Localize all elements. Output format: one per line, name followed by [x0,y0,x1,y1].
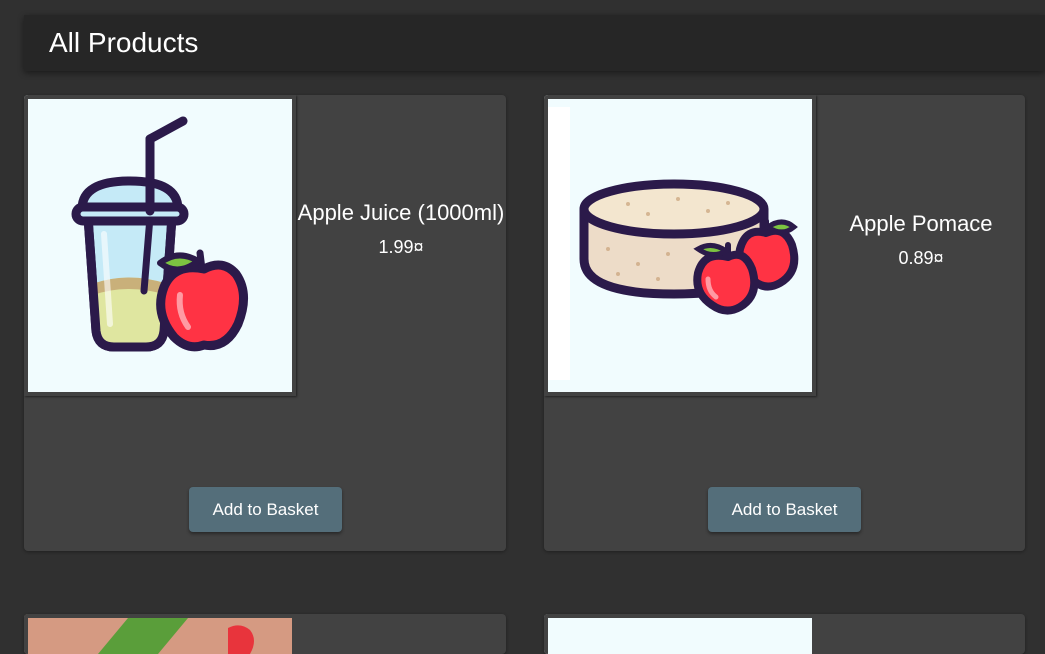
product-name: Apple Juice (1000ml) [297,200,505,225]
product-card-apple-pomace: Apple Pomace 0.89¤ Add to Basket [544,95,1025,551]
product-card-partial [24,614,506,654]
product-info: Apple Juice (1000ml) 1.99¤ [296,200,506,258]
page-header: All Products [24,15,1045,71]
product-card-partial [544,614,1025,654]
add-to-basket-button[interactable]: Add to Basket [189,487,342,532]
product-image[interactable] [24,95,296,396]
add-to-basket-button[interactable]: Add to Basket [708,487,861,532]
apple-juice-cup-icon [71,116,248,352]
product-image[interactable] [544,95,816,396]
product-info: Apple Pomace 0.89¤ [816,211,1025,269]
product-image[interactable] [24,614,296,654]
product-name: Apple Pomace [849,211,993,236]
page-title: All Products [49,27,199,58]
product-price: 1.99¤ [378,237,424,257]
product-price: 0.89¤ [898,248,944,268]
apple-pomace-icon [548,107,799,380]
product-card-apple-juice: Apple Juice (1000ml) 1.99¤ Add to Basket [24,95,506,551]
product-image[interactable] [544,614,816,654]
product-thumbnail-icon [98,618,254,654]
